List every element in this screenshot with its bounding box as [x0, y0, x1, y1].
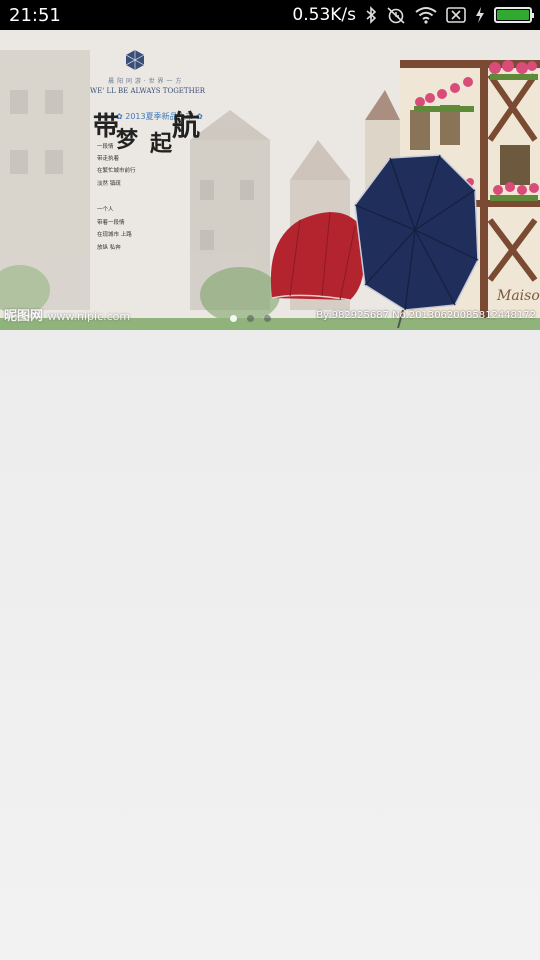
- banner-scene: [0, 30, 540, 330]
- watermark-left: 昵图网 www.nipic.com: [4, 305, 130, 324]
- poem-line: 带着一段情: [97, 220, 125, 226]
- promo-banner[interactable]: 晨 阳 同 游 · 世 界 一 方 WE' LL BE ALWAYS TOGET…: [0, 30, 540, 330]
- carousel-dot[interactable]: [247, 315, 254, 322]
- shop-sign: Maison: [497, 288, 540, 304]
- poem-line: 在现城市 上路: [97, 232, 132, 238]
- title-char-2: 梦: [116, 127, 139, 153]
- net-speed: 0.53K/s: [292, 5, 356, 25]
- brand-tagline: 晨 阳 同 游 · 世 界 一 方: [108, 78, 182, 85]
- status-bar: 21:51 0.53K/s: [0, 0, 540, 30]
- poem-line: 带走执着: [97, 156, 120, 162]
- carousel-dot[interactable]: [230, 315, 237, 322]
- poem-line: 淡然 镇疏: [97, 181, 121, 187]
- poem-line: 一段情: [97, 144, 114, 150]
- battery-icon: [494, 7, 534, 23]
- wifi-icon: [415, 6, 437, 24]
- carousel-dot[interactable]: [264, 315, 271, 322]
- watermark-url: www.nipic.com: [47, 310, 131, 323]
- charging-icon: [475, 7, 485, 23]
- brand-block: 晨 阳 同 游 · 世 界 一 方 WE' LL BE ALWAYS TOGET…: [90, 45, 206, 95]
- status-icons: 0.53K/s: [292, 5, 534, 25]
- watermark-right: By:982925687 No.20130620085812448172: [316, 310, 536, 321]
- title-char-3: 起: [150, 131, 173, 157]
- brand-slogan: WE' LL BE ALWAYS TOGETHER: [90, 87, 206, 95]
- content-area: [0, 330, 540, 960]
- status-time: 21:51: [9, 4, 61, 26]
- poem-line: 一个人: [97, 207, 114, 213]
- no-sim-icon: [446, 7, 466, 23]
- poem-line: 放纵 私奔: [97, 245, 121, 251]
- bluetooth-icon: [365, 6, 377, 24]
- title-char-4: 航: [172, 109, 201, 142]
- alarm-off-icon: [386, 6, 406, 24]
- carousel-indicator: [230, 315, 271, 322]
- poem-line: 在繁忙城市前行: [97, 168, 136, 174]
- battery-level: [497, 10, 529, 20]
- watermark-brand: 昵图网: [4, 309, 44, 324]
